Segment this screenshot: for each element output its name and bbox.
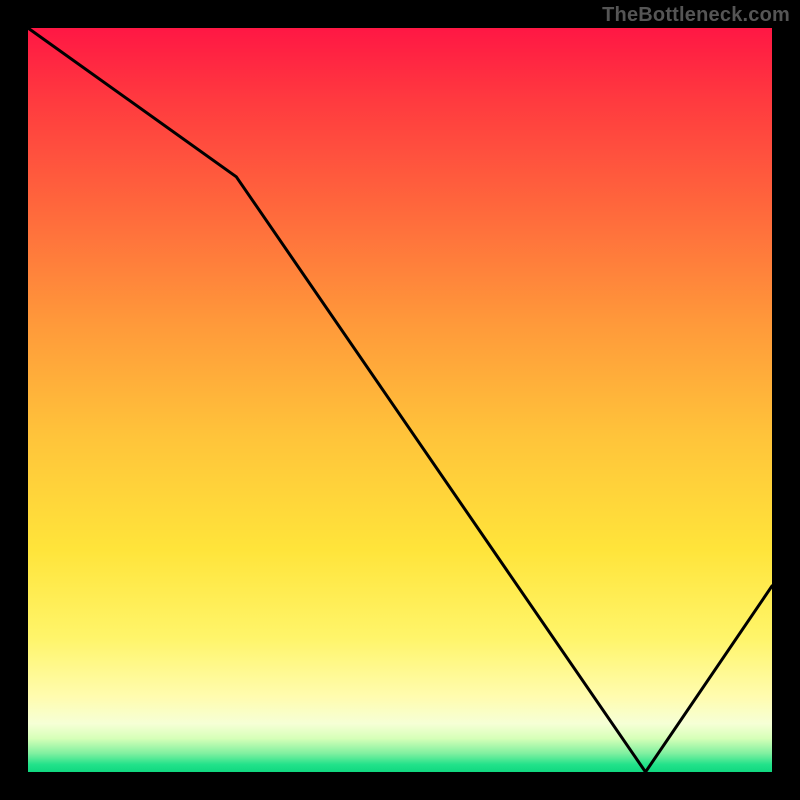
chart-svg	[28, 28, 772, 772]
gradient-background	[28, 28, 772, 772]
chart-container: TheBottleneck.com	[0, 0, 800, 800]
watermark-text: TheBottleneck.com	[602, 4, 790, 27]
plot-area	[28, 28, 772, 772]
